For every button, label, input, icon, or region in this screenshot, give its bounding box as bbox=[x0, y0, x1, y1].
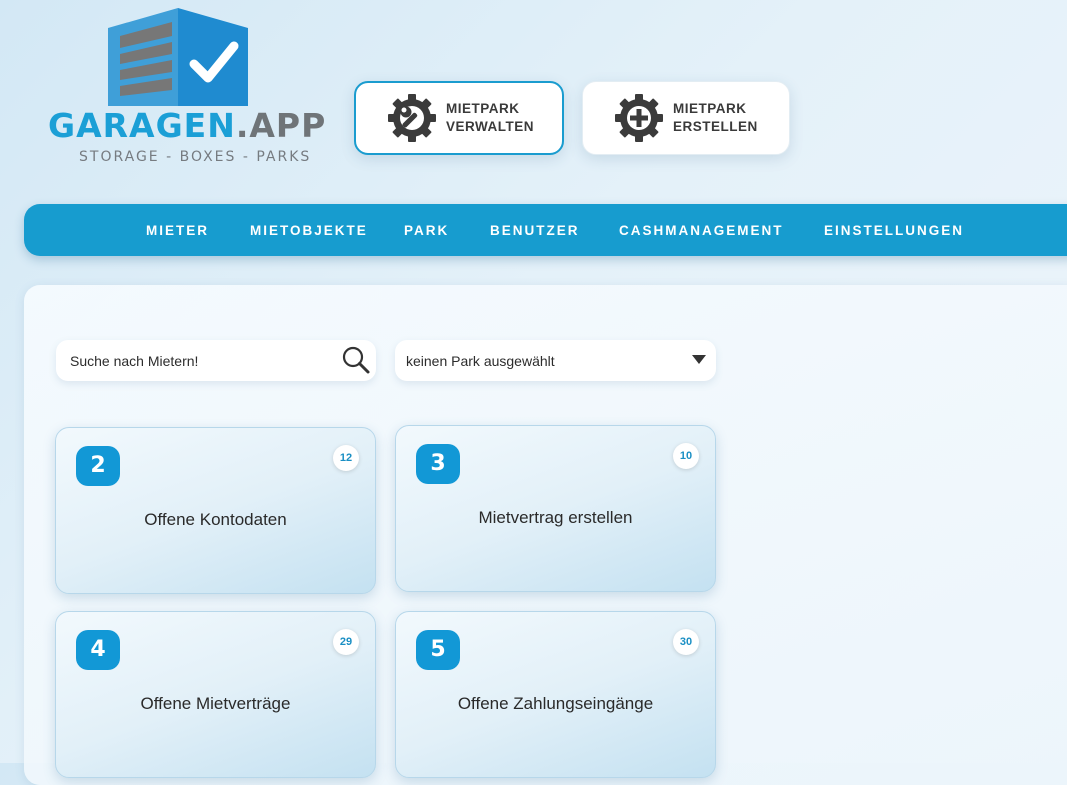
manage-park-label: MIETPARK VERWALTEN bbox=[446, 101, 535, 134]
card-open-bank-details[interactable]: 2 12 Offene Kontodaten bbox=[55, 427, 376, 594]
gear-wrench-icon bbox=[388, 94, 436, 142]
tenant-search-input[interactable]: Suche nach Mietern! bbox=[56, 340, 376, 381]
card-create-contract[interactable]: 3 10 Mietvertrag erstellen bbox=[395, 425, 716, 592]
nav-item-mieter[interactable]: MIETER bbox=[146, 204, 209, 257]
park-select[interactable]: keinen Park ausgewählt bbox=[395, 340, 716, 381]
create-park-label: MIETPARK ERSTELLEN bbox=[673, 101, 758, 134]
card-open-contracts[interactable]: 4 29 Offene Mietverträge bbox=[55, 611, 376, 778]
nav-item-benutzer[interactable]: BENUTZER bbox=[490, 204, 580, 257]
card-title: Offene Zahlungseingänge bbox=[457, 694, 654, 713]
card-number: 2 bbox=[76, 446, 120, 486]
logo[interactable]: GARAGEN.APP STORAGE - BOXES - PARKS bbox=[48, 6, 325, 176]
logo-wordmark: GARAGEN.APP bbox=[48, 106, 327, 145]
card-number: 4 bbox=[76, 630, 120, 670]
create-park-button[interactable]: MIETPARK ERSTELLEN bbox=[582, 81, 790, 155]
card-open-payments[interactable]: 5 30 Offene Zahlungseingänge bbox=[395, 611, 716, 778]
card-number: 3 bbox=[416, 444, 460, 484]
nav-item-park[interactable]: PARK bbox=[404, 204, 449, 257]
count-badge: 10 bbox=[673, 443, 699, 469]
count-badge: 29 bbox=[333, 629, 359, 655]
nav-item-mietobjekte[interactable]: MIETOBJEKTE bbox=[250, 204, 368, 257]
count-badge: 12 bbox=[333, 445, 359, 471]
chevron-down-icon bbox=[692, 355, 706, 364]
search-icon[interactable] bbox=[341, 345, 371, 375]
manage-park-button[interactable]: MIETPARK VERWALTEN bbox=[354, 81, 564, 155]
gear-plus-icon bbox=[615, 94, 663, 142]
card-title: Mietvertrag erstellen bbox=[478, 508, 633, 527]
card-title: Offene Kontodaten bbox=[144, 510, 287, 529]
count-badge: 30 bbox=[673, 629, 699, 655]
card-number: 5 bbox=[416, 630, 460, 670]
main-nav: MIETER MIETOBJEKTE PARK BENUTZER CASHMAN… bbox=[24, 204, 1067, 256]
nav-item-cashmanagement[interactable]: CASHMANAGEMENT bbox=[619, 204, 784, 257]
building-check-icon bbox=[108, 8, 248, 106]
card-title: Offene Mietverträge bbox=[140, 694, 291, 713]
logo-tagline: STORAGE - BOXES - PARKS bbox=[79, 149, 312, 165]
park-select-value: keinen Park ausgewählt bbox=[406, 352, 555, 369]
tenant-search-text: Suche nach Mietern! bbox=[70, 352, 199, 369]
nav-item-einstellungen[interactable]: EINSTELLUNGEN bbox=[824, 204, 964, 257]
